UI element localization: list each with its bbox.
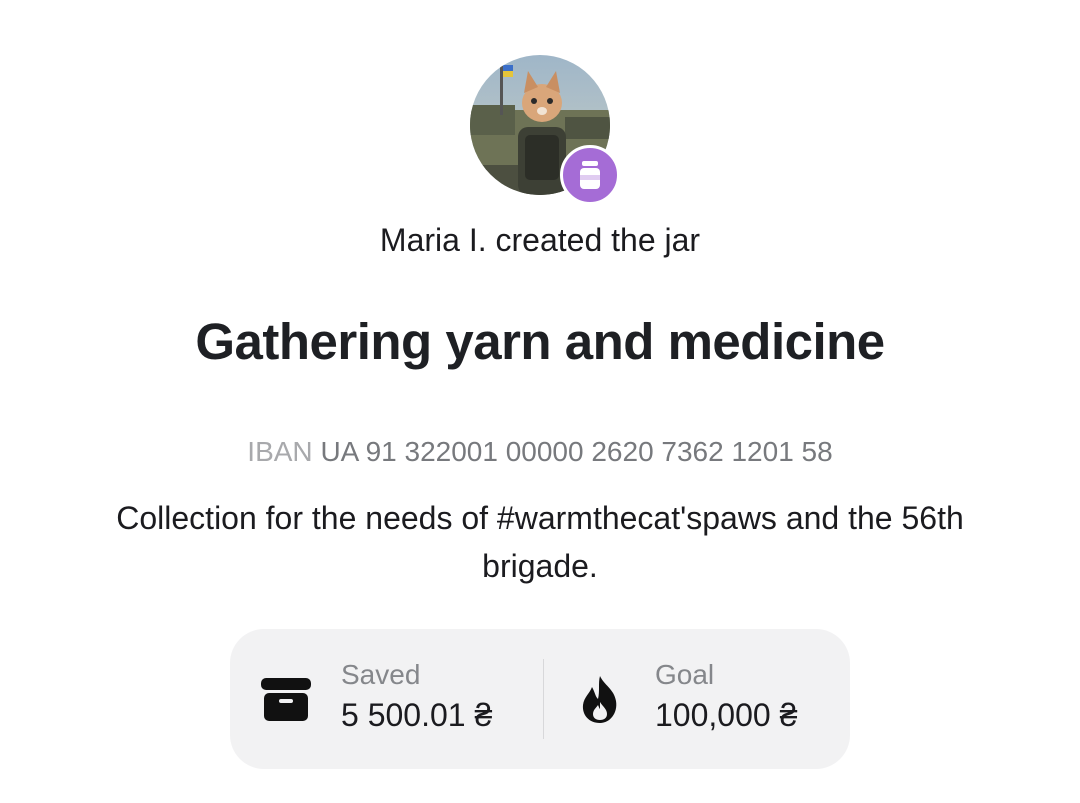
saved-value: 5 500.01 ₴	[341, 697, 493, 733]
jar-badge	[560, 145, 620, 205]
saved-label: Saved	[341, 659, 421, 690]
archive-box-icon	[261, 678, 311, 721]
flame-icon	[582, 676, 617, 723]
iban-number: UA 91 322001 00000 2620 7362 1201 58	[320, 436, 833, 467]
jar-title: Gathering yarn and medicine	[195, 313, 885, 370]
iban-label: IBAN	[247, 436, 313, 467]
goal-label: Goal	[655, 659, 715, 690]
iban-line[interactable]: IBAN UA 91 322001 00000 2620 7362 1201 5…	[0, 436, 1080, 468]
jar-page: Maria I. created the jar Gathering yarn …	[0, 0, 1080, 803]
goal-value: 100,000 ₴	[655, 697, 798, 733]
goal-stat: Goal 100,000 ₴	[544, 629, 850, 769]
stats-panel: Saved 5 500.01 ₴ Goal 100,000 ₴	[230, 629, 850, 769]
saved-stat: Saved 5 500.01 ₴	[230, 629, 543, 769]
jar-description: Collection for the needs of #warmthecat'…	[116, 500, 964, 584]
jar-icon	[580, 161, 600, 189]
creator-caption: Maria I. created the jar	[379, 222, 701, 258]
